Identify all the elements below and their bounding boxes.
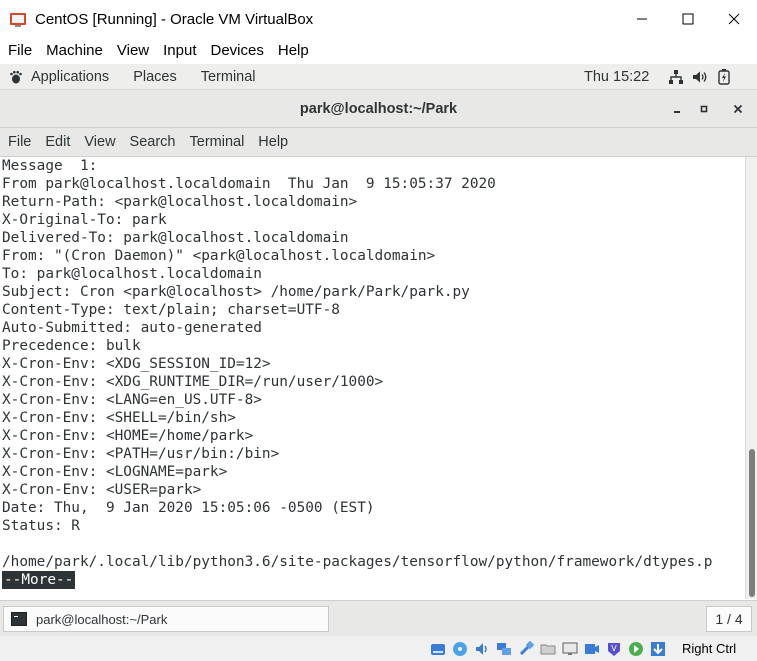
window-title: CentOS [Running] - Oracle VM VirtualBox: [35, 10, 314, 28]
audio-icon[interactable]: [472, 639, 492, 659]
usb-icon[interactable]: [516, 639, 536, 659]
minimize-icon: [637, 18, 647, 20]
battery-icon: [716, 68, 732, 86]
shared-folders-icon[interactable]: [538, 639, 558, 659]
terminal-app-menu[interactable]: Terminal: [201, 69, 256, 85]
maximize-icon: [682, 13, 694, 25]
vbox-menu-devices[interactable]: Devices: [204, 38, 271, 64]
mouse-integration-icon[interactable]: [626, 639, 646, 659]
terminal-output[interactable]: Message 1: From park@localhost.localdoma…: [0, 157, 745, 599]
terminal-line: Delivered-To: park@localhost.localdomain: [2, 230, 349, 246]
window-list-bar: park@localhost:~/Park 1 / 4: [0, 600, 757, 636]
terminal-line: X-Original-To: park: [2, 212, 167, 228]
taskbar-item-label: park@localhost:~/Park: [36, 611, 168, 627]
vbox-menu-machine[interactable]: Machine: [39, 38, 110, 64]
terminal-line: X-Cron-Env: <LANG=en_US.UTF-8>: [2, 392, 262, 408]
terminal-line: Precedence: bulk: [2, 338, 141, 354]
svg-text:V: V: [611, 644, 617, 653]
terminal-menu-view[interactable]: View: [77, 134, 122, 150]
terminal-menu-edit[interactable]: Edit: [38, 134, 77, 150]
terminal-line: X-Cron-Env: <LOGNAME=park>: [2, 464, 228, 480]
minimize-icon: [674, 111, 680, 113]
terminal-line: X-Cron-Env: <HOME=/home/park>: [2, 428, 254, 444]
terminal-line: Content-Type: text/plain; charset=UTF-8: [2, 302, 340, 318]
virtualbox-app-icon: [9, 10, 27, 28]
vbox-menu-input[interactable]: Input: [156, 38, 203, 64]
terminal-close-button[interactable]: [723, 90, 753, 128]
close-button[interactable]: [711, 0, 757, 38]
terminal-menu-terminal[interactable]: Terminal: [183, 134, 252, 150]
optical-drive-icon[interactable]: [450, 639, 470, 659]
maximize-icon: [700, 105, 708, 113]
minimize-button[interactable]: [619, 0, 665, 38]
terminal-line: X-Cron-Env: <XDG_RUNTIME_DIR=/run/user/1…: [2, 374, 384, 390]
gnome-foot-icon: [9, 70, 23, 84]
terminal-minimize-button[interactable]: [662, 90, 692, 128]
network-adapter-icon[interactable]: [494, 639, 514, 659]
hard-disk-icon[interactable]: [428, 639, 448, 659]
terminal-line: X-Cron-Env: <USER=park>: [2, 482, 202, 498]
terminal-line: X-Cron-Env: <PATH=/usr/bin:/bin>: [2, 446, 280, 462]
video-capture-icon[interactable]: [582, 639, 602, 659]
clock[interactable]: Thu 15:22: [584, 64, 649, 90]
terminal-menu-help[interactable]: Help: [251, 134, 295, 150]
vbox-titlebar: CentOS [Running] - Oracle VM VirtualBox: [0, 0, 757, 38]
maximize-button[interactable]: [665, 0, 711, 38]
vbox-menu-file[interactable]: File: [0, 38, 39, 64]
terminal-titlebar: park@localhost:~/Park: [0, 90, 757, 128]
terminal-line: /home/park/.local/lib/python3.6/site-pac…: [2, 554, 713, 570]
terminal-line: To: park@localhost.localdomain: [2, 266, 262, 282]
vbox-menubar: File Machine View Input Devices Help: [0, 38, 757, 64]
system-status-area[interactable]: [668, 68, 732, 86]
display-icon[interactable]: [560, 639, 580, 659]
scrollbar-thumb[interactable]: [749, 449, 755, 597]
terminal-line: Message 1:: [2, 158, 98, 174]
terminal-line: Return-Path: <park@localhost.localdomain…: [2, 194, 358, 210]
vbox-statusbar: V Right Ctrl: [0, 636, 757, 661]
terminal-maximize-button[interactable]: [689, 90, 719, 128]
terminal-line: X-Cron-Env: <SHELL=/bin/sh>: [2, 410, 236, 426]
taskbar-terminal-item[interactable]: park@localhost:~/Park: [3, 606, 329, 632]
terminal-scrollbar[interactable]: [745, 157, 757, 599]
terminal-line: Status: R: [2, 518, 80, 534]
host-key-label: Right Ctrl: [682, 641, 737, 656]
terminal-line: From: "(Cron Daemon)" <park@localhost.lo…: [2, 248, 436, 264]
vbox-menu-help[interactable]: Help: [271, 38, 316, 64]
terminal-icon: [11, 612, 27, 626]
vbox-menu-view[interactable]: View: [110, 38, 156, 64]
terminal-line: Auto-Submitted: auto-generated: [2, 320, 262, 336]
volume-icon: [692, 68, 708, 86]
pager-more-prompt[interactable]: --More--: [2, 571, 76, 589]
terminal-menu-file[interactable]: File: [0, 134, 38, 150]
applications-label: Applications: [31, 68, 110, 85]
terminal-menu-search[interactable]: Search: [123, 134, 183, 150]
keyboard-capture-icon[interactable]: [648, 639, 668, 659]
virtualization-icon[interactable]: V: [604, 639, 624, 659]
network-icon: [668, 68, 684, 86]
terminal-line: From park@localhost.localdomain Thu Jan …: [2, 176, 496, 192]
places-menu[interactable]: Places: [133, 69, 177, 85]
terminal-line: Subject: Cron <park@localhost> /home/par…: [2, 284, 470, 300]
terminal-window-title: park@localhost:~/Park: [299, 101, 458, 117]
pager-line: --More--: [0, 571, 745, 589]
close-icon: [728, 13, 740, 25]
terminal-line: Date: Thu, 9 Jan 2020 15:05:06 -0500 (ES…: [2, 500, 375, 516]
close-icon: [733, 104, 743, 114]
gnome-top-bar: Applications Places Terminal Thu 15:22: [0, 64, 757, 90]
terminal-menubar: File Edit View Search Terminal Help: [0, 128, 757, 157]
applications-menu[interactable]: Applications: [9, 69, 133, 85]
workspace-indicator[interactable]: 1 / 4: [706, 606, 752, 632]
terminal-line: X-Cron-Env: <XDG_SESSION_ID=12>: [2, 356, 271, 372]
